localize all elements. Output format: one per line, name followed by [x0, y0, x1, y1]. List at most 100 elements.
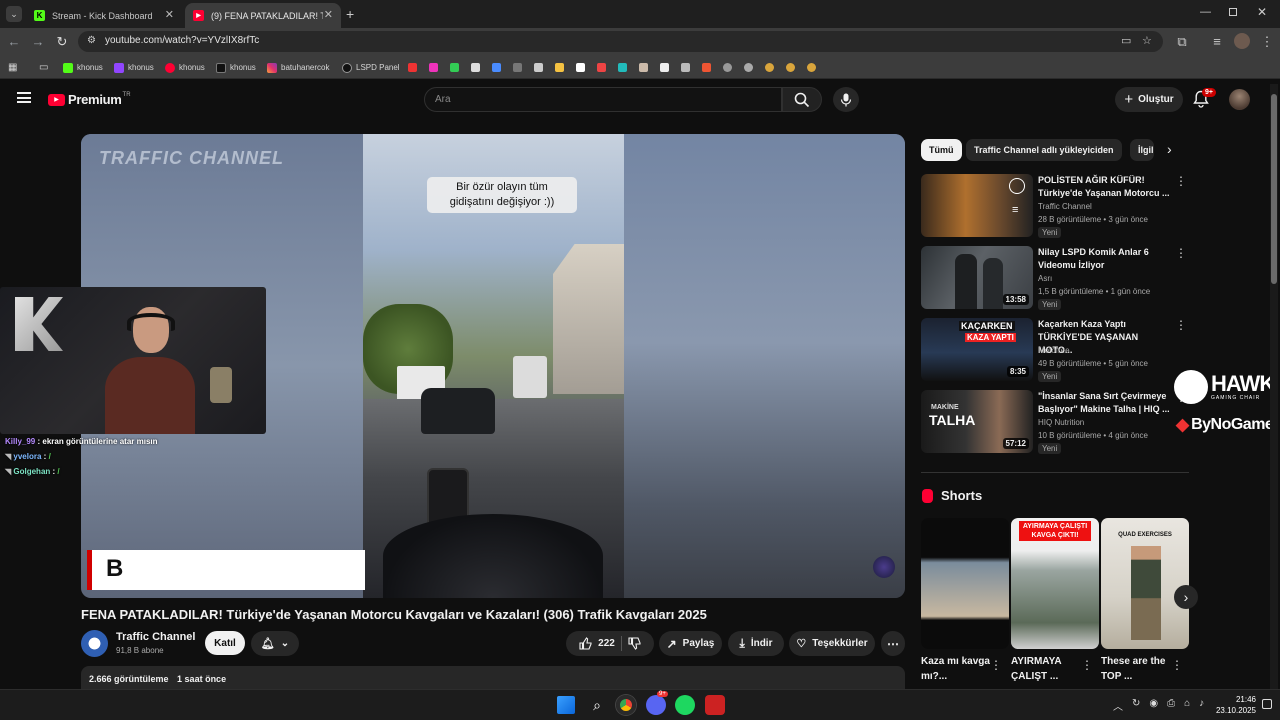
bookmark-x[interactable]: khonus: [216, 61, 256, 74]
bookmark-site-icon: [744, 63, 753, 72]
folder-icon[interactable]: ▭: [39, 61, 48, 74]
chat-message: ◥ Golgehan : /: [5, 467, 60, 476]
lower-third-banner: B: [87, 550, 365, 590]
video-thumbnail: 13:58: [921, 246, 1033, 309]
search-input[interactable]: Ara: [424, 87, 782, 112]
thumbs-up-icon: [579, 637, 592, 650]
clock[interactable]: 21:46 23.10.2025: [1208, 694, 1256, 716]
recommendation-item[interactable]: ≡ POLİSTEN AĞIR KÜFÜR! Türkiye'de Yaşana…: [921, 174, 1189, 238]
extensions-icon[interactable]: ⧉: [1173, 33, 1191, 51]
channel-avatar[interactable]: [81, 630, 108, 657]
thumb-figure: [955, 254, 977, 309]
download-button[interactable]: ⤓ İndir: [728, 631, 784, 656]
add-to-queue-icon[interactable]: ≡: [1012, 204, 1018, 216]
address-bar[interactable]: ⚙ youtube.com/watch?v=YVzlIX8rfTc ▭ ☆: [78, 31, 1163, 52]
search-icon[interactable]: ⌕: [587, 695, 607, 715]
thumb-text: TALHA: [929, 412, 976, 428]
more-options-icon[interactable]: ⋮: [1175, 174, 1187, 188]
more-options-icon[interactable]: ⋮: [1171, 658, 1278, 672]
video-frame: Bir özür olayın tüm gidişatını değişiyor…: [363, 134, 625, 598]
channel-watermark: TRAFFIC CHANNEL: [99, 148, 284, 168]
chrome-icon[interactable]: [616, 695, 636, 715]
bookmark-star-icon[interactable]: ☆: [1142, 34, 1152, 47]
tray-chevron-icon[interactable]: ︿: [1113, 698, 1123, 713]
more-options-icon[interactable]: ⋮: [1175, 318, 1187, 332]
chips-next-icon[interactable]: ›: [1167, 141, 1172, 157]
notifications-button[interactable]: 9+: [1193, 88, 1216, 110]
join-button[interactable]: Katıl: [205, 631, 245, 655]
recommendation-item[interactable]: 13:58 Nilay LSPD Komik Anlar 6 Videomu İ…: [921, 246, 1189, 310]
discord-icon[interactable]: 9+: [646, 691, 668, 715]
share-button[interactable]: ↗ Paylaş: [659, 631, 722, 656]
watch-later-icon[interactable]: [1009, 178, 1025, 194]
recommendation-title: "İnsanlar Sana Sırt Çevirmeye Başlıyor" …: [1038, 391, 1170, 414]
subscribe-notification-button[interactable]: 🔔︎ ⌄: [251, 631, 299, 656]
youtube-logo[interactable]: ▶ Premium TR: [48, 92, 131, 107]
tab-list-button[interactable]: ⌄: [6, 6, 22, 22]
short-thumbnail[interactable]: AYIRMAYA ÇALIŞTI KAVGA ÇIKTI!: [1011, 518, 1099, 649]
short-title[interactable]: AYIRMAYA ÇALIŞT ...: [1011, 654, 1083, 684]
reading-list-icon[interactable]: ≡: [1208, 33, 1226, 51]
thumbs-down-icon[interactable]: [628, 637, 641, 650]
chip-from-uploader[interactable]: Traffic Channel adlı yükleyiciden: [966, 139, 1122, 161]
back-icon[interactable]: ←: [5, 33, 23, 51]
browser-menu-icon[interactable]: ⋮: [1258, 33, 1276, 51]
app-icon[interactable]: [705, 695, 725, 715]
bookmark-site-icon: [786, 63, 795, 72]
short-title[interactable]: These are the TOP ...: [1101, 654, 1173, 684]
shorts-next-button[interactable]: ›: [1174, 585, 1198, 609]
tab-kick-dashboard[interactable]: K Stream - Kick Dashboard ✕: [26, 3, 182, 28]
like-button[interactable]: 222: [579, 637, 615, 650]
bookmark-twitch[interactable]: khonus: [114, 61, 154, 74]
search-button[interactable]: [782, 87, 822, 112]
windows-start-icon[interactable]: [557, 696, 575, 714]
new-tab-button[interactable]: +: [346, 6, 354, 22]
bookmark-shortcuts[interactable]: [408, 61, 820, 74]
forward-icon[interactable]: →: [29, 33, 47, 51]
channel-name[interactable]: Traffic Channel: [116, 631, 195, 643]
apps-icon[interactable]: ▦: [8, 61, 17, 74]
description-box[interactable]: 2.666 görüntüleme 1 saat önce: [81, 666, 905, 689]
create-button[interactable]: + Oluştur: [1115, 87, 1183, 112]
spotify-icon[interactable]: [675, 695, 695, 715]
tray-icons[interactable]: ↻◉⎙⌂♪: [1132, 698, 1213, 709]
site-info-icon[interactable]: ⚙: [87, 35, 96, 46]
bookmark-site-icon: [765, 63, 774, 72]
hamburger-menu-icon[interactable]: [17, 92, 31, 103]
short-thumbnail[interactable]: QUAD EXERCISES: [1101, 518, 1189, 649]
close-tab-icon[interactable]: ✕: [324, 8, 333, 21]
recommendation-item[interactable]: MAKİNE TALHA 57:12 "İnsanlar Sana Sırt Ç…: [921, 390, 1189, 454]
reload-icon[interactable]: ↻: [53, 33, 71, 51]
chip-all[interactable]: Tümü: [921, 139, 962, 161]
voice-search-button[interactable]: [833, 87, 859, 112]
account-avatar[interactable]: [1229, 89, 1250, 110]
short-title[interactable]: Kaza mı kavga mı?...: [921, 654, 993, 684]
bookmark-instagram[interactable]: batuhanercok: [267, 61, 329, 74]
minimize-icon[interactable]: —: [1200, 6, 1211, 18]
video-duration: 13:58: [1002, 294, 1029, 305]
notification-center-icon[interactable]: [1262, 699, 1272, 709]
restore-icon[interactable]: [1229, 8, 1237, 16]
close-tab-icon[interactable]: ✕: [165, 8, 174, 21]
thumb-figure: [983, 258, 1003, 309]
recommendation-item[interactable]: KAÇARKEN KAZA YAPTI 8:35 Kaçarken Kaza Y…: [921, 318, 1189, 382]
microphone-icon: [840, 93, 852, 107]
chevron-down-icon: ⌄: [280, 638, 290, 649]
tab-title: (9) FENA PATAKLADILAR! Türkiy: [211, 10, 323, 21]
more-options-icon[interactable]: ⋮: [1175, 246, 1187, 260]
bookmark-site-icon: [723, 63, 732, 72]
chip-related[interactable]: İlgili: [1130, 139, 1154, 161]
scrollbar-thumb[interactable]: [1271, 94, 1277, 284]
video-blur-right: [624, 134, 905, 598]
bookmark-kick[interactable]: khonus: [63, 61, 103, 74]
cast-icon[interactable]: ▭: [1121, 34, 1131, 47]
bookmark-lspd[interactable]: LSPD Panel: [342, 61, 400, 74]
page-scrollbar[interactable]: [1270, 84, 1278, 689]
bookmark-youtube[interactable]: khonus: [165, 61, 205, 74]
close-window-icon[interactable]: ✕: [1257, 5, 1267, 19]
tab-youtube-video[interactable]: ▶ (9) FENA PATAKLADILAR! Türkiy ✕: [185, 3, 341, 28]
more-actions-button[interactable]: ⋯: [881, 631, 905, 656]
profile-avatar[interactable]: [1234, 33, 1250, 49]
thanks-button[interactable]: ♡ Teşekkürler: [789, 631, 875, 656]
short-thumbnail[interactable]: [921, 518, 1009, 649]
